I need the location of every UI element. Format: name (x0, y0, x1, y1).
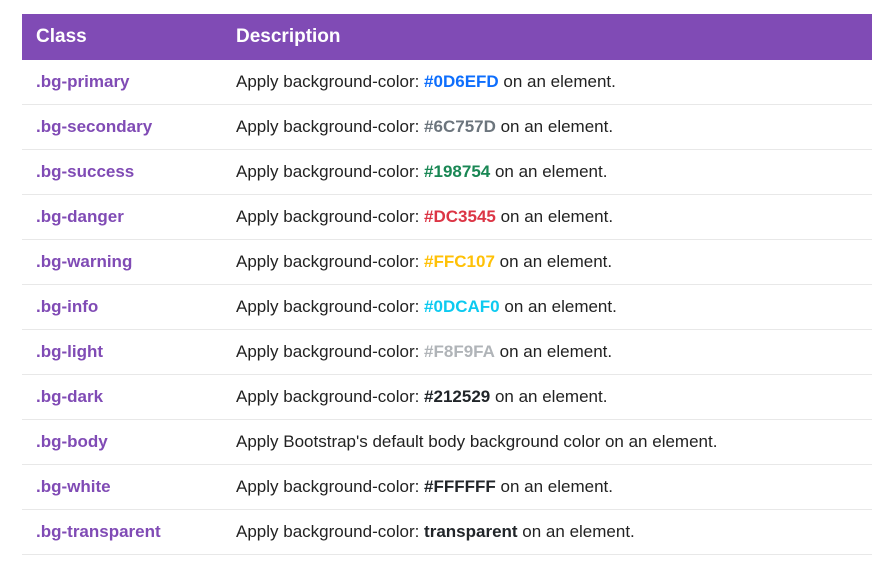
cell-description: Apply background-color: #FFFFFF on an el… (222, 465, 872, 510)
description-suffix: on an element. (495, 342, 612, 361)
table-row: .bg-dark Apply background-color: #212529 … (22, 375, 872, 420)
description-suffix: on an element. (500, 297, 617, 316)
cell-description: Apply background-color: #6C757D on an el… (222, 105, 872, 150)
description-text: Apply background-color: (236, 387, 424, 406)
description-suffix: on an element. (499, 72, 616, 91)
class-name: .bg-dark (36, 387, 103, 406)
description-suffix: on an element. (495, 252, 612, 271)
table-row: .bg-light Apply background-color: #F8F9FA… (22, 330, 872, 375)
description-suffix: on an element. (496, 477, 613, 496)
cell-description: Apply background-color: #212529 on an el… (222, 375, 872, 420)
cell-class: .bg-info (22, 285, 222, 330)
cell-description: Apply background-color: #0DCAF0 on an el… (222, 285, 872, 330)
description-text: Apply background-color: (236, 252, 424, 271)
cell-description: Apply Bootstrap's default body backgroun… (222, 420, 872, 465)
description-text: Apply background-color: (236, 297, 424, 316)
description-suffix: on an element. (490, 162, 607, 181)
description-suffix: on an element. (518, 522, 635, 541)
cell-class: .bg-secondary (22, 105, 222, 150)
description-text: Apply background-color: (236, 162, 424, 181)
description-text: Apply background-color: (236, 72, 424, 91)
class-name: .bg-danger (36, 207, 124, 226)
description-suffix: on an element. (496, 117, 613, 136)
cell-class: .bg-danger (22, 195, 222, 240)
header-class: Class (22, 14, 222, 60)
table-row: .bg-secondary Apply background-color: #6C… (22, 105, 872, 150)
class-name: .bg-body (36, 432, 108, 451)
table-row: .bg-white Apply background-color: #FFFFFF… (22, 465, 872, 510)
table-row: .bg-transparent Apply background-color: t… (22, 510, 872, 555)
color-value: #6C757D (424, 117, 496, 136)
cell-class: .bg-body (22, 420, 222, 465)
class-name: .bg-white (36, 477, 111, 496)
description-text: Apply background-color: (236, 522, 424, 541)
description-text: Apply background-color: (236, 207, 424, 226)
table-row: .bg-body Apply Bootstrap's default body b… (22, 420, 872, 465)
description-text: Apply background-color: (236, 342, 424, 361)
doc-table: Class Description .bg-primary Apply backg… (22, 14, 872, 555)
color-value: #DC3545 (424, 207, 496, 226)
color-value: #212529 (424, 387, 490, 406)
color-value: #198754 (424, 162, 490, 181)
color-value: #FFC107 (424, 252, 495, 271)
cell-description: Apply background-color: #FFC107 on an el… (222, 240, 872, 285)
color-value: #0D6EFD (424, 72, 499, 91)
table-row: .bg-primary Apply background-color: #0D6E… (22, 60, 872, 105)
description-text: Apply background-color: (236, 117, 424, 136)
description-text: Apply background-color: (236, 477, 424, 496)
color-value: #0DCAF0 (424, 297, 500, 316)
cell-class: .bg-light (22, 330, 222, 375)
cell-description: Apply background-color: #198754 on an el… (222, 150, 872, 195)
cell-description: Apply background-color: #0D6EFD on an el… (222, 60, 872, 105)
class-name: .bg-info (36, 297, 98, 316)
table-header: Class Description (22, 14, 872, 60)
table-row: .bg-warning Apply background-color: #FFC1… (22, 240, 872, 285)
class-name: .bg-transparent (36, 522, 161, 541)
header-description: Description (222, 14, 872, 60)
color-value: #FFFFFF (424, 477, 496, 496)
cell-class: .bg-primary (22, 60, 222, 105)
cell-class: .bg-dark (22, 375, 222, 420)
class-name: .bg-success (36, 162, 134, 181)
class-name: .bg-light (36, 342, 103, 361)
cell-description: Apply background-color: #DC3545 on an el… (222, 195, 872, 240)
description-suffix: on an element. (490, 387, 607, 406)
table-row: .bg-danger Apply background-color: #DC354… (22, 195, 872, 240)
cell-class: .bg-transparent (22, 510, 222, 555)
color-value: #F8F9FA (424, 342, 495, 361)
cell-class: .bg-success (22, 150, 222, 195)
description-suffix: on an element. (496, 207, 613, 226)
cell-class: .bg-warning (22, 240, 222, 285)
class-name: .bg-primary (36, 72, 130, 91)
description-text: Apply Bootstrap's default body backgroun… (236, 432, 717, 451)
cell-class: .bg-white (22, 465, 222, 510)
cell-description: Apply background-color: #F8F9FA on an el… (222, 330, 872, 375)
table-row: .bg-info Apply background-color: #0DCAF0 … (22, 285, 872, 330)
cell-description: Apply background-color: transparent on a… (222, 510, 872, 555)
table-row: .bg-success Apply background-color: #1987… (22, 150, 872, 195)
class-name: .bg-secondary (36, 117, 152, 136)
class-name: .bg-warning (36, 252, 132, 271)
color-value: transparent (424, 522, 518, 541)
